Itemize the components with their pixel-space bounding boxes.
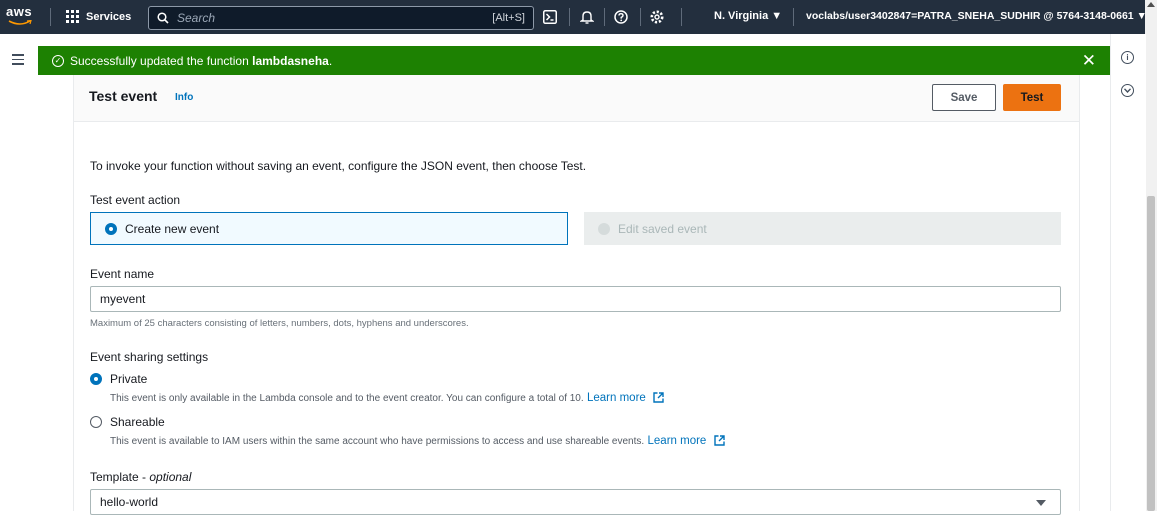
bell-icon[interactable] bbox=[578, 8, 596, 26]
test-event-panel: Test event Info Save Test To invoke your… bbox=[73, 75, 1080, 515]
edit-saved-event-label: Edit saved event bbox=[618, 221, 707, 236]
aws-logo[interactable]: aws bbox=[6, 4, 40, 28]
save-button[interactable]: Save bbox=[932, 84, 996, 111]
private-label: Private bbox=[110, 372, 148, 386]
flash-message: Successfully updated the function lambda… bbox=[70, 54, 332, 68]
page-scrollbar[interactable] bbox=[1145, 0, 1157, 511]
intro-text: To invoke your function without saving a… bbox=[90, 159, 587, 173]
event-name-hint: Maximum of 25 characters consisting of l… bbox=[90, 318, 469, 329]
info-panel-icon[interactable]: i bbox=[1121, 51, 1134, 64]
template-value: hello-world bbox=[100, 495, 159, 509]
event-name-input[interactable]: myevent bbox=[90, 286, 1061, 312]
shareable-desc-text: This event is available to IAM users wit… bbox=[110, 436, 645, 447]
hamburger-menu-icon[interactable] bbox=[12, 54, 24, 68]
private-description: This event is only available in the Lamb… bbox=[110, 390, 664, 404]
nav-divider bbox=[569, 8, 570, 26]
create-new-event-option[interactable]: Create new event bbox=[90, 212, 568, 245]
feedback-icon[interactable] bbox=[1121, 84, 1134, 97]
external-link-icon[interactable] bbox=[653, 392, 664, 403]
region-selector[interactable]: N. Virginia ▼ bbox=[714, 10, 782, 22]
help-icon[interactable] bbox=[612, 8, 630, 26]
top-navigation-bar: aws Services Search [Alt+S] N. Virginia … bbox=[0, 0, 1147, 34]
scroll-up-arrow[interactable] bbox=[1147, 2, 1155, 7]
account-menu[interactable]: voclabs/user3402847=PATRA_SNEHA_SUDHIR @… bbox=[806, 10, 1147, 22]
services-label: Services bbox=[86, 11, 132, 23]
radio-selected-icon bbox=[105, 222, 117, 235]
close-icon[interactable]: ✕ bbox=[1082, 51, 1096, 71]
template-select[interactable]: hello-world bbox=[90, 489, 1061, 515]
flash-message-prefix: Successfully updated the function bbox=[70, 53, 253, 68]
right-tools-rail bbox=[1110, 34, 1146, 511]
event-name-label: Event name bbox=[90, 267, 155, 281]
radio-selected-icon bbox=[90, 373, 102, 385]
shareable-label: Shareable bbox=[110, 415, 165, 429]
nav-divider bbox=[604, 8, 605, 26]
private-radio[interactable]: Private bbox=[90, 372, 147, 386]
settings-icon[interactable] bbox=[648, 8, 666, 26]
test-button[interactable]: Test bbox=[1003, 84, 1061, 111]
nav-divider bbox=[793, 8, 794, 26]
aws-logo-text: aws bbox=[6, 4, 33, 19]
search-placeholder: Search bbox=[177, 11, 216, 25]
aws-smile-icon bbox=[8, 20, 32, 25]
create-new-event-label: Create new event bbox=[125, 221, 220, 236]
grid-icon bbox=[66, 10, 79, 23]
template-label: Template - optional bbox=[90, 470, 191, 484]
panel-header: Test event Info Save Test bbox=[74, 75, 1079, 122]
edit-saved-event-option: Edit saved event bbox=[584, 212, 1061, 245]
success-flash-banner: ✓ Successfully updated the function lamb… bbox=[38, 46, 1110, 75]
services-menu-button[interactable]: Services bbox=[66, 6, 131, 28]
shareable-radio[interactable]: Shareable bbox=[90, 415, 165, 429]
caret-down-icon bbox=[1036, 500, 1046, 506]
learn-more-link[interactable]: Learn more bbox=[648, 435, 707, 447]
radio-disabled-icon bbox=[598, 222, 610, 235]
learn-more-link[interactable]: Learn more bbox=[587, 392, 646, 404]
search-shortcut: [Alt+S] bbox=[492, 12, 525, 24]
shareable-description: This event is available to IAM users wit… bbox=[110, 433, 725, 447]
flash-message-suffix: . bbox=[328, 53, 333, 68]
search-icon bbox=[157, 12, 169, 24]
test-event-action-label: Test event action bbox=[90, 193, 181, 207]
template-label-text: Template - bbox=[90, 470, 150, 484]
flash-function-name: lambdasneha bbox=[252, 53, 329, 68]
search-input[interactable]: Search [Alt+S] bbox=[148, 6, 534, 30]
page-title: Test event bbox=[89, 88, 158, 104]
nav-divider bbox=[681, 8, 682, 26]
event-sharing-label: Event sharing settings bbox=[90, 350, 209, 364]
nav-divider bbox=[50, 8, 51, 26]
success-check-icon: ✓ bbox=[52, 54, 64, 67]
private-desc-text: This event is only available in the Lamb… bbox=[110, 393, 584, 404]
radio-unselected-icon bbox=[90, 416, 102, 428]
scrollbar-thumb[interactable] bbox=[1147, 196, 1155, 511]
external-link-icon[interactable] bbox=[713, 435, 725, 446]
info-link[interactable]: Info bbox=[175, 92, 193, 103]
nav-divider bbox=[640, 8, 641, 26]
template-optional-text: optional bbox=[149, 470, 192, 484]
cloudshell-icon[interactable] bbox=[541, 8, 559, 26]
left-rail bbox=[0, 34, 38, 511]
